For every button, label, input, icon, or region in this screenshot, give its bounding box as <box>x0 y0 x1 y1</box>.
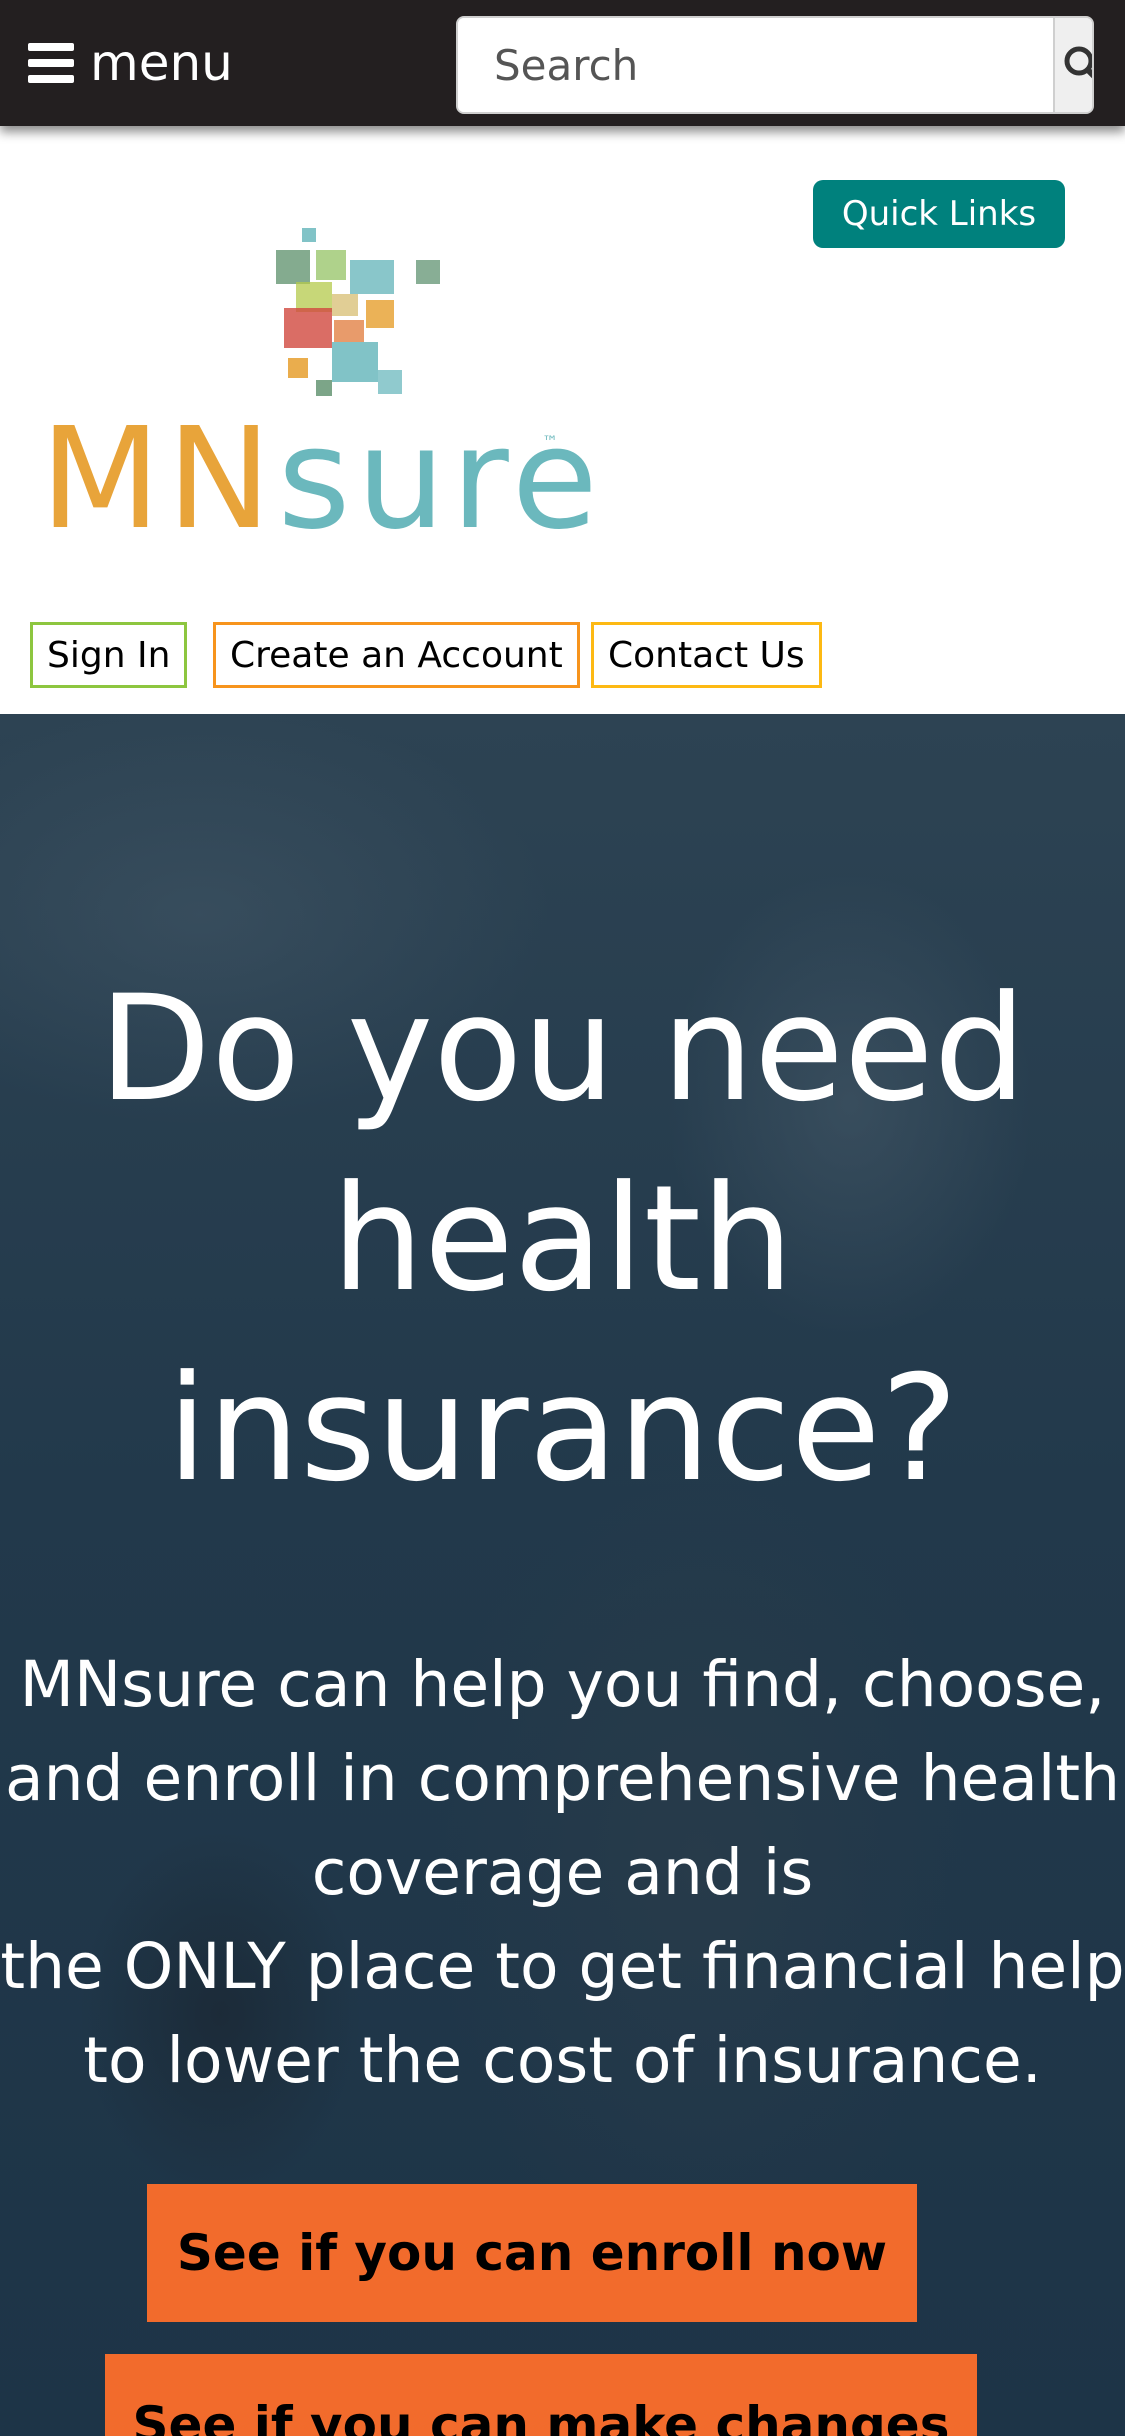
hamburger-icon <box>28 43 74 83</box>
mnsure-logo[interactable]: MNsure ™ <box>40 220 598 550</box>
search-input[interactable] <box>458 18 1053 112</box>
hero-section: Do you need health insurance? MNsure can… <box>0 714 1125 2436</box>
menu-button[interactable]: menu <box>28 28 233 98</box>
logo-trademark: ™ <box>542 432 558 451</box>
logo-wordmark: MNsure <box>40 410 604 550</box>
search-button[interactable] <box>1053 18 1092 112</box>
search-icon <box>1064 46 1092 79</box>
sign-in-link[interactable]: Sign In <box>30 622 188 688</box>
contact-us-link[interactable]: Contact Us <box>591 622 822 688</box>
logo-squares-icon <box>276 228 440 396</box>
create-account-link[interactable]: Create an Account <box>213 622 580 688</box>
hero-body: MNsure can help you find, choose, and en… <box>0 1648 1125 2097</box>
logo-mn: MN <box>40 398 278 561</box>
menu-label: menu <box>90 34 233 92</box>
search-box <box>456 16 1094 114</box>
quick-links-button[interactable]: Quick Links <box>813 180 1065 248</box>
enroll-now-button[interactable]: See if you can enroll now <box>147 2184 917 2322</box>
hero-title: Do you need health insurance? <box>98 964 1027 1514</box>
logo-sure: sure <box>277 398 604 561</box>
make-changes-button[interactable]: See if you can make changes <box>105 2354 977 2436</box>
top-bar: menu <box>0 0 1125 126</box>
